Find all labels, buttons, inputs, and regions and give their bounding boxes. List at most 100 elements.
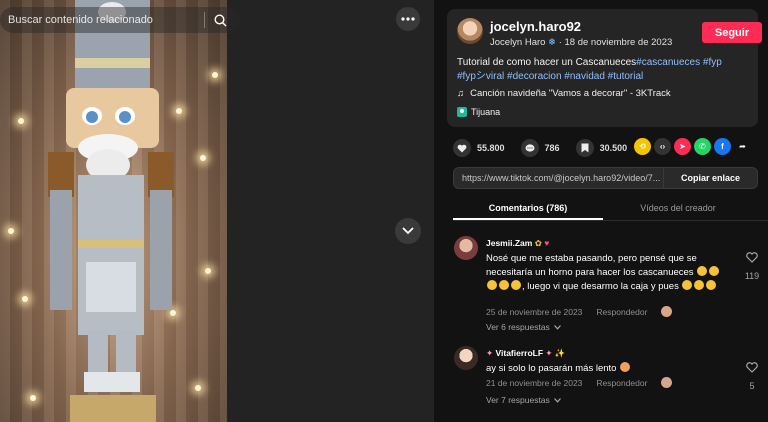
- like-count: 55.800: [477, 143, 505, 153]
- details-panel: jocelyn.haro92 Jocelyn Haro ❄ · 18 de no…: [434, 0, 768, 422]
- comment-text: ay si solo lo pasarán más lento: [486, 362, 726, 376]
- author-display-name: Jocelyn Haro: [490, 37, 546, 48]
- comment-body-continued: , luego vi que desarmo la caja y pues: [522, 281, 679, 292]
- next-video-chevron-down-icon[interactable]: [395, 218, 421, 244]
- view-replies-link[interactable]: Ver 7 respuestas: [486, 395, 561, 405]
- comment-item: ✦ VitafierroLF ✦ ✨ ay si solo lo pasarán…: [453, 346, 758, 412]
- related-search-bar[interactable]: [0, 7, 240, 33]
- music-info[interactable]: ♫ Canción navideña "Vamos a decorar" - 3…: [457, 88, 671, 99]
- creator-liked-avatar: [661, 306, 673, 317]
- hashtag-link[interactable]: #cascanueces: [636, 57, 700, 68]
- hashtag-link[interactable]: #fypシviral: [457, 71, 504, 82]
- chevron-down-icon: [553, 397, 561, 403]
- engagement-actions: 55.800 786 30.500: [453, 138, 643, 158]
- view-replies-label[interactable]: Ver 6 respuestas: [486, 322, 550, 332]
- tab-comments[interactable]: Comentarios (786): [453, 197, 603, 220]
- post-date: 18 de noviembre de 2023: [564, 37, 673, 48]
- embed-code-icon[interactable]: ‹›: [654, 138, 671, 155]
- music-title[interactable]: Canción navideña "Vamos a decorar" - 3KT…: [470, 88, 671, 99]
- comment-item: Jesmii.Zam ✿ ♥ Nosé que me estaba pasand…: [453, 236, 759, 338]
- laughing-emoji-icon: [511, 280, 521, 290]
- caption-text: Tutorial de como hacer un Cascanueces: [457, 57, 637, 68]
- author-avatar[interactable]: [457, 18, 483, 44]
- reply-button[interactable]: Respondedor: [596, 378, 647, 388]
- laughing-emoji-icon: [499, 280, 509, 290]
- heart-outline-icon[interactable]: [746, 252, 758, 263]
- nail-emoji-icon: ✦: [486, 348, 494, 358]
- video-link-box: https://www.tiktok.com/@jocelyn.haro92/v…: [453, 167, 758, 189]
- author-meta: Jocelyn Haro ❄ · 18 de noviembre de 2023: [490, 37, 672, 48]
- laughing-emoji-icon: [487, 280, 497, 290]
- commenter-avatar[interactable]: [454, 236, 478, 260]
- nutcracker-figure: [48, 0, 174, 422]
- video-area: [0, 0, 434, 422]
- hashtag-link[interactable]: #navidad: [564, 71, 605, 82]
- comment-bubble-icon[interactable]: [520, 139, 539, 157]
- commenter-name-row: Jesmii.Zam ✿ ♥: [486, 238, 549, 249]
- bookmark-icon[interactable]: [575, 139, 594, 157]
- location-pin-icon: [457, 107, 467, 117]
- heart-emoji-icon: ♥: [544, 238, 550, 248]
- hashtag-link[interactable]: #fyp: [703, 57, 722, 68]
- comment-like[interactable]: 119: [741, 250, 763, 281]
- follow-button[interactable]: Seguir: [702, 22, 762, 43]
- comment-meta: 25 de noviembre de 2023 Respondedor: [486, 306, 673, 317]
- tab-creator-videos[interactable]: Vídeos del creador: [603, 197, 753, 220]
- more-options-icon[interactable]: [396, 7, 420, 31]
- comment-action[interactable]: 786: [520, 139, 560, 157]
- laughing-emoji-icon: [682, 280, 693, 290]
- like-action[interactable]: 55.800: [453, 139, 505, 157]
- grinning-emoji-icon: [620, 362, 631, 372]
- search-icon[interactable]: [205, 7, 235, 33]
- panel-tabs: Comentarios (786) Vídeos del creador: [453, 197, 768, 221]
- commenter-avatar[interactable]: [454, 346, 478, 370]
- reply-button[interactable]: Respondedor: [596, 307, 647, 317]
- send-icon[interactable]: ➤: [674, 138, 691, 155]
- save-action[interactable]: 30.500: [575, 139, 628, 157]
- comment-date: 21 de noviembre de 2023: [486, 377, 583, 388]
- view-replies-link[interactable]: Ver 6 respuestas: [486, 322, 561, 332]
- commenter-name-row: ✦ VitafierroLF ✦ ✨: [486, 348, 566, 359]
- commenter-name[interactable]: Jesmii.Zam: [486, 238, 532, 248]
- sparkles-emoji-icon: ✨: [554, 348, 566, 358]
- snowflake-icon: ❄: [548, 37, 557, 48]
- comment-like-count: 119: [744, 271, 760, 281]
- creator-liked-avatar: [661, 377, 673, 388]
- heart-icon[interactable]: [453, 139, 471, 157]
- heart-outline-icon[interactable]: [746, 362, 758, 373]
- comment-like[interactable]: 5: [741, 360, 763, 391]
- music-note-icon: ♫: [457, 88, 465, 99]
- laughing-emoji-icon: [706, 280, 717, 290]
- video-description-card: jocelyn.haro92 Jocelyn Haro ❄ · 18 de no…: [447, 9, 762, 127]
- comment-meta: 21 de noviembre de 2023 Respondedor: [486, 377, 673, 388]
- save-count: 30.500: [599, 143, 628, 153]
- laughing-emoji-icon: [697, 266, 708, 276]
- video-caption: Tutorial de como hacer un Cascanueces#ca…: [457, 56, 757, 84]
- comment-date: 25 de noviembre de 2023: [486, 306, 583, 317]
- copy-link-button[interactable]: Copiar enlace: [663, 168, 757, 188]
- comment-count: 786: [544, 143, 560, 153]
- location-label[interactable]: Tijuana: [471, 107, 500, 117]
- video-player[interactable]: [0, 0, 227, 422]
- hashtag-link[interactable]: #decoracion: [507, 71, 561, 82]
- meta-separator: ·: [558, 37, 562, 48]
- author-handle[interactable]: jocelyn.haro92: [490, 19, 581, 34]
- whatsapp-icon[interactable]: ✆: [694, 138, 711, 155]
- comment-body: ay si solo lo pasarán más lento: [486, 363, 617, 374]
- location-tag[interactable]: Tijuana: [457, 107, 500, 117]
- nail-emoji-icon: ✦: [545, 348, 553, 358]
- search-input[interactable]: [8, 14, 198, 26]
- share-buttons: ⟲ ‹› ➤ ✆ f ➦: [634, 138, 751, 155]
- facebook-icon[interactable]: f: [714, 138, 731, 155]
- hashtag-link[interactable]: #tutorial: [608, 71, 644, 82]
- comment-text: Nosé que me estaba pasando, pero pensé q…: [486, 252, 726, 294]
- video-url[interactable]: https://www.tiktok.com/@jocelyn.haro92/v…: [454, 173, 663, 183]
- view-replies-label[interactable]: Ver 7 respuestas: [486, 395, 550, 405]
- laughing-emoji-icon: [709, 266, 720, 276]
- repost-icon[interactable]: ⟲: [634, 138, 651, 155]
- comment-like-count: 5: [749, 381, 755, 391]
- share-arrow-icon[interactable]: ➦: [734, 138, 751, 155]
- chevron-down-icon: [553, 324, 561, 330]
- commenter-name[interactable]: VitafierroLF: [496, 348, 544, 358]
- sunflower-emoji-icon: ✿: [534, 238, 542, 248]
